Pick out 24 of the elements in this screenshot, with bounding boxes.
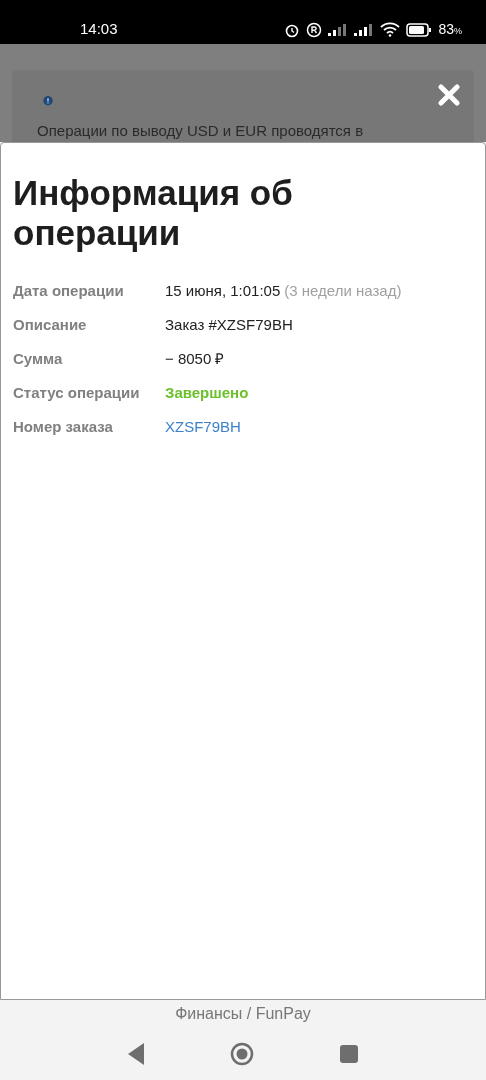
row-label: Дата операции [13, 281, 125, 301]
close-button[interactable] [436, 82, 462, 108]
signal-icon [354, 23, 375, 36]
signal-icon [328, 23, 349, 36]
row-label: Статус операции [13, 383, 141, 403]
relative-time: (3 недели назад) [284, 281, 402, 301]
row-value: Заказ #XZSF79BH [165, 315, 293, 335]
home-icon[interactable] [230, 1042, 254, 1066]
row-label: Сумма [13, 349, 64, 369]
registered-icon [306, 21, 323, 38]
order-link[interactable]: XZSF79BH [165, 417, 241, 437]
row-label: Описание [13, 315, 88, 335]
status-value: Завершено [165, 383, 249, 403]
modal-title: Информация об операции [13, 173, 294, 253]
back-icon[interactable] [128, 1043, 144, 1065]
notice-text: Операции по выводу USD и EUR проводятся в [37, 120, 365, 141]
row-label: Номер заказа [13, 417, 114, 437]
battery-icon [406, 22, 433, 37]
battery-level: 83% [438, 20, 462, 39]
clock: 14:03 [80, 18, 118, 39]
page-caption: Финансы / FunPay [175, 1004, 311, 1024]
row-value: − 8050 ₽ [165, 349, 225, 369]
row-value: 15 июня, 1:01:05 [165, 281, 281, 301]
wifi-icon [380, 22, 401, 37]
